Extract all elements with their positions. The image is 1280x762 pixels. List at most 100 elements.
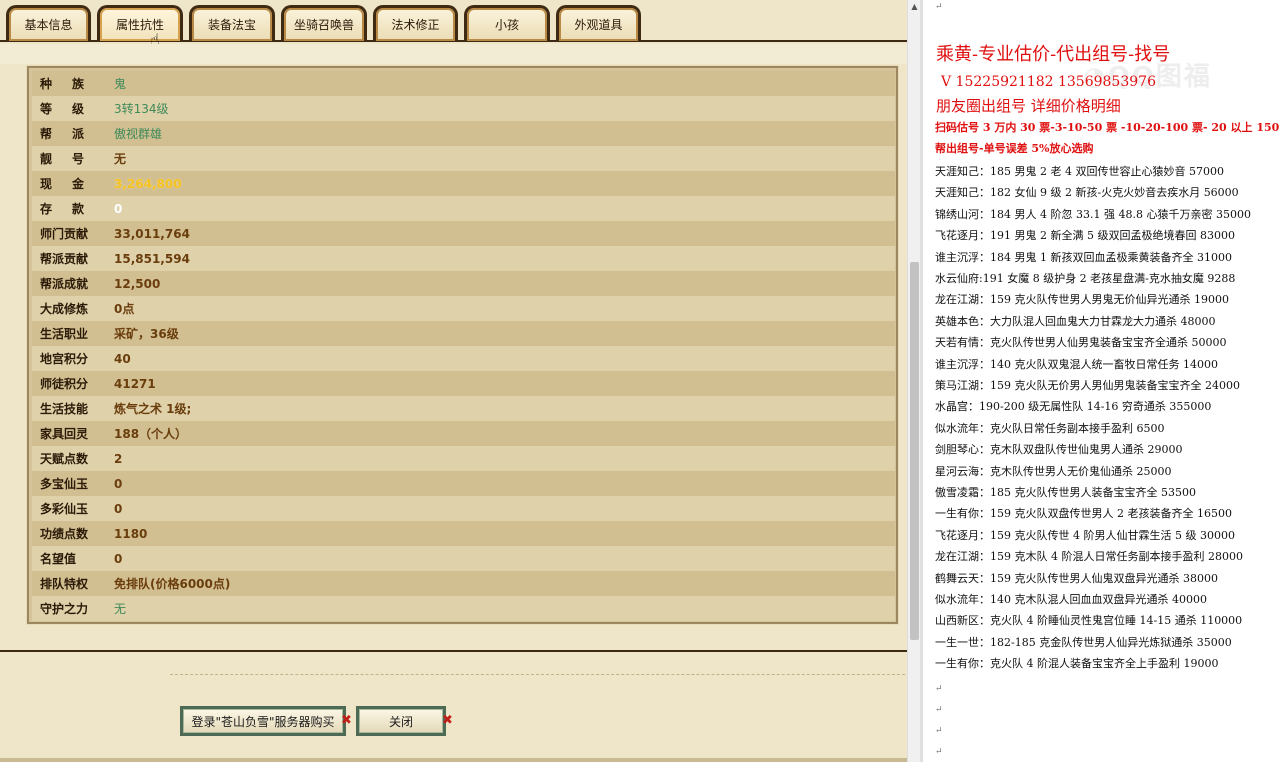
info-label: 守护之力 bbox=[40, 602, 89, 616]
tab-appearance[interactable]: 外观道具 bbox=[556, 5, 641, 41]
dotted-divider bbox=[170, 674, 905, 675]
info-row: 师门贡献 33,011,764 bbox=[32, 221, 895, 246]
info-value: 无 bbox=[114, 602, 127, 616]
info-value: 41271 bbox=[114, 376, 156, 391]
paragraph-mark-icon: ↵ bbox=[935, 747, 943, 757]
info-row: 地宫积分 40 bbox=[32, 346, 895, 371]
info-label: 大成修炼 bbox=[40, 302, 89, 316]
info-label: 名望值 bbox=[40, 552, 77, 566]
close-icon: ✖ bbox=[341, 713, 352, 728]
info-row: 生活技能 炼气之术 1级; bbox=[32, 396, 895, 421]
tab-basic-info[interactable]: 基本信息 bbox=[6, 5, 91, 41]
listing-line: 似水流年：克火队日常任务副本接手盈利 6500 bbox=[935, 421, 1165, 435]
info-row: 师徒积分 41271 bbox=[32, 371, 895, 396]
info-label: 多彩仙玉 bbox=[40, 502, 89, 516]
info-label: 天赋点数 bbox=[40, 452, 89, 466]
tab-child[interactable]: 小孩 bbox=[464, 5, 550, 41]
listing-line: 谁主沉浮：140 克火队双鬼混人统一畜牧日常任务 14000 bbox=[935, 357, 1218, 371]
listing-line: 锦绣山河：184 男人 4 阶忽 33.1 强 48.8 心猿千万亲密 3500… bbox=[935, 207, 1251, 221]
info-label: 存款 bbox=[40, 202, 105, 216]
info-value: 免排队(价格6000点) bbox=[114, 577, 231, 591]
info-value: 3转134级 bbox=[114, 102, 169, 116]
tab-bar: 基本信息 属性抗性 装备法宝 坐骑召唤兽 法术修正 小孩 外观道具 bbox=[0, 0, 908, 42]
paragraph-mark-icon: ↵ bbox=[935, 726, 943, 736]
document-pane: ↵ 乘黄-专业估价-代出组号-找号 ◔QQ图福 V 15225921182 13… bbox=[923, 0, 1280, 762]
info-label: 帮派成就 bbox=[40, 277, 89, 291]
doc-phone: V 15225921182 13569853976 bbox=[941, 74, 1156, 90]
info-value: 1180 bbox=[114, 526, 148, 541]
paragraph-mark-icon: ↵ bbox=[935, 2, 943, 12]
listing-line: 山西新区：克火队 4 阶睡仙灵性鬼宫位睡 14-15 通杀 110000 bbox=[935, 614, 1243, 628]
close-button[interactable]: 关闭 bbox=[356, 706, 446, 736]
info-row: 天赋点数 2 bbox=[32, 446, 895, 471]
listing-line: 天涯知己：185 男鬼 2 老 4 双回传世容止心猿妙音 57000 bbox=[935, 165, 1224, 178]
info-value: 傲视群雄 bbox=[114, 127, 163, 141]
tab-mount-summon[interactable]: 坐骑召唤兽 bbox=[281, 5, 367, 41]
tab-spell-correction[interactable]: 法术修正 bbox=[373, 5, 458, 41]
info-value: 2 bbox=[114, 451, 123, 466]
info-value: 0 bbox=[114, 476, 123, 491]
doc-price-line: 帮出组号-单号误差 5%放心选购 bbox=[935, 142, 1094, 155]
login-buy-button[interactable]: 登录"苍山负雪"服务器购买 bbox=[180, 706, 346, 736]
info-value: 3,264,800 bbox=[114, 176, 182, 191]
info-row: 等级 3转134级 bbox=[32, 96, 895, 121]
info-label: 师徒积分 bbox=[40, 377, 89, 391]
doc-subtitle: 朋友圈出组号 详细价格明细 bbox=[936, 97, 1121, 115]
doc-price-line: 扫码估号 3 万内 30 票-3-10-50 票 -10-20-100 票- 2… bbox=[935, 121, 1280, 134]
info-value: 0 bbox=[114, 201, 123, 216]
listing-line: 一生一世：182-185 克金队传世男人仙异光炼狱通杀 35000 bbox=[935, 635, 1232, 649]
game-window: 基本信息 属性抗性 装备法宝 坐骑召唤兽 法术修正 小孩 外观道具 ☝ 种族鬼等… bbox=[0, 0, 908, 762]
vertical-scrollbar[interactable]: ▲ bbox=[907, 0, 920, 762]
info-row: 存款 0 bbox=[32, 196, 895, 221]
listing-line: 水云仙府:191 女魔 8 级护身 2 老孩星盘满-克水抽女魔 9288 bbox=[935, 272, 1236, 285]
info-label: 师门贡献 bbox=[40, 227, 89, 241]
listing-line: 星河云海：克木队传世男人无价鬼仙通杀 25000 bbox=[935, 464, 1172, 478]
close-icon: ✖ bbox=[442, 713, 453, 728]
info-row: 帮派贡献 15,851,594 bbox=[32, 246, 895, 271]
tab-content-gap bbox=[0, 44, 908, 64]
tab-attribute-resistance[interactable]: 属性抗性 bbox=[97, 5, 183, 41]
info-value: 0 bbox=[114, 501, 123, 516]
info-label: 地宫积分 bbox=[40, 352, 89, 366]
listing-line: 剑胆琴心：克木队双盘队传世仙鬼男人通杀 29000 bbox=[935, 443, 1183, 457]
paragraph-mark-icon: ↵ bbox=[935, 684, 943, 694]
listing-line: 飞花逐月：191 男鬼 2 新全满 5 级双回孟极绝境春回 83000 bbox=[935, 229, 1235, 243]
listing-line: 策马江湖：159 克火队无价男人男仙男鬼装备宝宝齐全 24000 bbox=[935, 379, 1240, 392]
listing-line: 龙在江湖：159 克火队传世男人男鬼无价仙异光通杀 19000 bbox=[935, 293, 1229, 307]
info-label: 帮派 bbox=[40, 127, 105, 141]
listing-line: 一生有你：克火队 4 阶混人装备宝宝齐全上手盈利 19000 bbox=[935, 657, 1219, 671]
info-label: 功绩点数 bbox=[40, 527, 89, 541]
info-label: 多宝仙玉 bbox=[40, 477, 89, 491]
scroll-thumb[interactable] bbox=[910, 262, 919, 640]
info-row: 排队特权 免排队(价格6000点) bbox=[32, 571, 895, 596]
info-value: 采矿，36级 bbox=[114, 327, 179, 341]
info-row: 大成修炼 0点 bbox=[32, 296, 895, 321]
tab-equipment[interactable]: 装备法宝 bbox=[189, 5, 275, 41]
info-panel: 种族鬼等级 3转134级 帮派 傲视群雄 靓号无现金 3,264,800 存款 0 师门贡献 33… bbox=[27, 66, 898, 624]
listing-line: 一生有你：159 克火队双盘传世男人 2 老孩装备齐全 16500 bbox=[935, 507, 1232, 521]
info-value: 12,500 bbox=[114, 276, 161, 291]
info-label: 靓号 bbox=[40, 152, 105, 166]
info-label: 生活技能 bbox=[40, 402, 89, 416]
info-value: 0 bbox=[114, 551, 123, 566]
info-value: 33,011,764 bbox=[114, 226, 190, 241]
paragraph-mark-icon: ↵ bbox=[935, 705, 943, 715]
info-value: 鬼 bbox=[114, 77, 127, 91]
info-label: 生活职业 bbox=[40, 327, 89, 341]
info-label: 家具回灵 bbox=[40, 427, 89, 441]
info-row: 多宝仙玉 0 bbox=[32, 471, 895, 496]
listing-line: 天涯知己：182 女仙 9 级 2 新孩-火克火妙音去疾水月 56000 bbox=[935, 186, 1239, 200]
info-row: 多彩仙玉 0 bbox=[32, 496, 895, 521]
info-row: 生活职业 采矿，36级 bbox=[32, 321, 895, 346]
info-row: 守护之力 无 bbox=[32, 596, 895, 621]
listing-line: 英雄本色：大力队混人回血鬼大力甘霖龙大力通杀 48000 bbox=[935, 314, 1216, 328]
listing-line: 龙在江湖：159 克木队 4 阶混人日常任务副本接手盈利 28000 bbox=[935, 550, 1243, 564]
listing-line: 天若有情：克火队传世男人仙男鬼装备宝宝齐全通杀 50000 bbox=[935, 336, 1227, 350]
info-row: 靓号无 bbox=[32, 146, 895, 171]
info-value: 40 bbox=[114, 351, 131, 366]
listing-line: 水晶宫：190-200 级无属性队 14-16 穷奇通杀 355000 bbox=[935, 400, 1212, 414]
listing-line: 似水流年：140 克木队混人回血血双盘异光通杀 40000 bbox=[935, 593, 1207, 606]
listing-line: 鹤舞云天：159 克火队传世男人仙鬼双盘异光通杀 38000 bbox=[935, 571, 1218, 585]
info-row: 种族鬼 bbox=[32, 71, 895, 96]
info-label: 等级 bbox=[40, 102, 105, 116]
